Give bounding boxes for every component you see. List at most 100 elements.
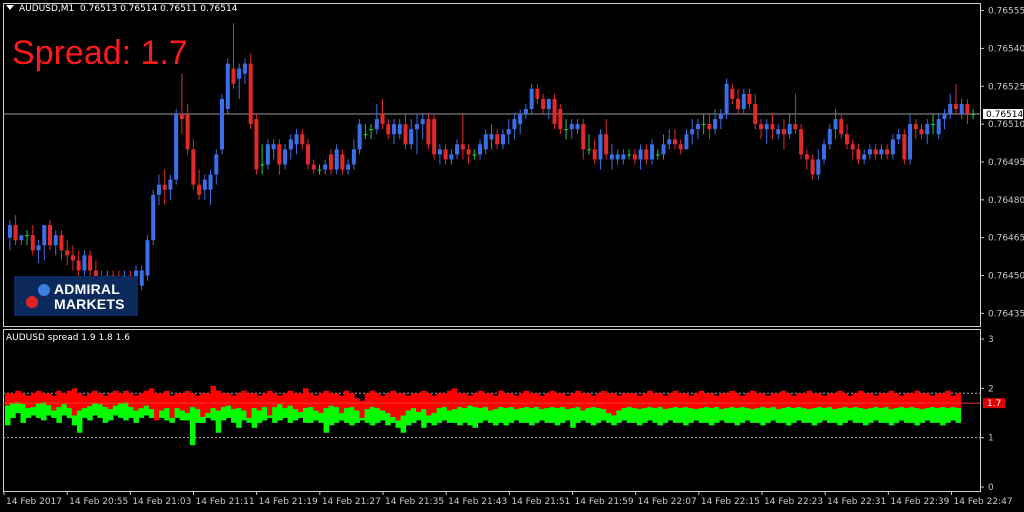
spread-max-segment [652,393,658,409]
spread-bar [760,393,766,426]
candle [242,58,247,84]
spread-min-segment [708,408,715,426]
candle [323,159,328,175]
spread-min-segment [251,408,258,428]
spread-bar [909,393,915,423]
candle-body [455,144,460,155]
spread-min-segment [811,408,818,426]
spread-min-segment [210,408,217,421]
candle [374,103,379,135]
spread-max-segment [446,390,453,411]
spread-min-segment [92,403,98,416]
candle [959,98,964,120]
candle-body [363,134,368,136]
candle [690,119,695,145]
price-tick-label: 0.76510 [988,120,1024,130]
spread-min-segment [842,407,848,423]
spread-bar [652,393,658,423]
spread-max-segment [564,395,571,410]
candle [288,134,293,160]
spread-min-segment [626,407,633,423]
candle [672,129,677,150]
candle [770,114,775,140]
candle [930,114,936,135]
spread-bar [46,393,52,416]
candle-body [546,98,551,109]
spread-max-segment [107,393,114,410]
spread-min-segment [457,407,463,426]
chevron-down-icon[interactable] [6,5,14,10]
spread-min-segment [426,415,432,423]
spread-min-segment [847,408,854,421]
time-tick-label: 14 Feb 21:19 [259,497,318,507]
spread-min-segment [195,409,201,423]
candle-body [42,225,47,246]
spread-max-segment [25,395,32,409]
spread-bar [302,388,309,423]
spread-bar [683,393,689,426]
spread-min-segment [46,405,52,416]
spread-max-segment [195,395,201,410]
spread-bar [220,393,227,421]
spread-max-segment [945,390,951,409]
candle [701,114,706,135]
candle [294,129,299,155]
spread-bar [888,390,895,426]
candle [632,149,637,165]
candle [936,114,941,140]
spread-bar [729,390,735,423]
spread-min-segment [292,409,299,421]
spread-max-segment [544,393,550,409]
candle-body [65,250,70,256]
spread-bar [862,393,869,426]
symbol-label: AUDUSD,M1 [19,4,75,14]
ohlc-label: 0.76513 0.76514 0.76511 0.76514 [80,4,238,14]
spread-min-segment [215,410,222,433]
candle-body [76,260,81,271]
candle [971,108,976,120]
spread-bar [189,393,196,446]
candle [478,139,483,160]
spread-bar [570,393,576,428]
spread-min-segment [272,407,278,423]
spread-max-segment [554,393,561,409]
spread-bar [395,393,401,428]
spread-bar [477,390,484,423]
candle-body [690,129,695,135]
spread-min-segment [940,407,946,426]
spread-bar [451,388,458,423]
spread-bar [225,393,232,418]
spread-max-segment [410,393,417,409]
spread-max-segment [847,395,854,409]
candle [529,83,534,115]
spread-max-segment [534,393,540,408]
spread-min-segment [107,409,114,421]
spread-max-segment [688,395,694,409]
candle-body [489,134,494,140]
spread-bar [215,390,222,433]
spread-max-segment [200,393,206,417]
spread-max-segment [451,388,458,410]
spread-max-segment [744,393,751,409]
spread-min-segment [852,407,859,423]
spread-bar [405,395,412,426]
time-tick-label: 14 Feb 21:27 [322,497,381,507]
spread-max-segment [498,390,504,408]
time-tick-label: 14 Feb 22:23 [764,497,823,507]
candle-body [908,124,913,160]
spread-min-segment [123,402,129,421]
candle [386,119,391,140]
candle-body [220,98,225,150]
candle [317,164,322,175]
spread-min-segment [20,404,26,423]
spread-max-segment [30,393,37,408]
spread-max-segment [708,393,715,409]
spread-max-segment [873,395,879,408]
candle [615,149,620,165]
candle [334,144,339,175]
candle [455,139,460,160]
candle-body [627,154,632,156]
spread-bar [816,393,823,423]
chart-header[interactable]: AUDUSD,M1 0.76513 0.76514 0.76511 0.7651… [6,4,237,14]
spread-max-segment [816,393,823,408]
